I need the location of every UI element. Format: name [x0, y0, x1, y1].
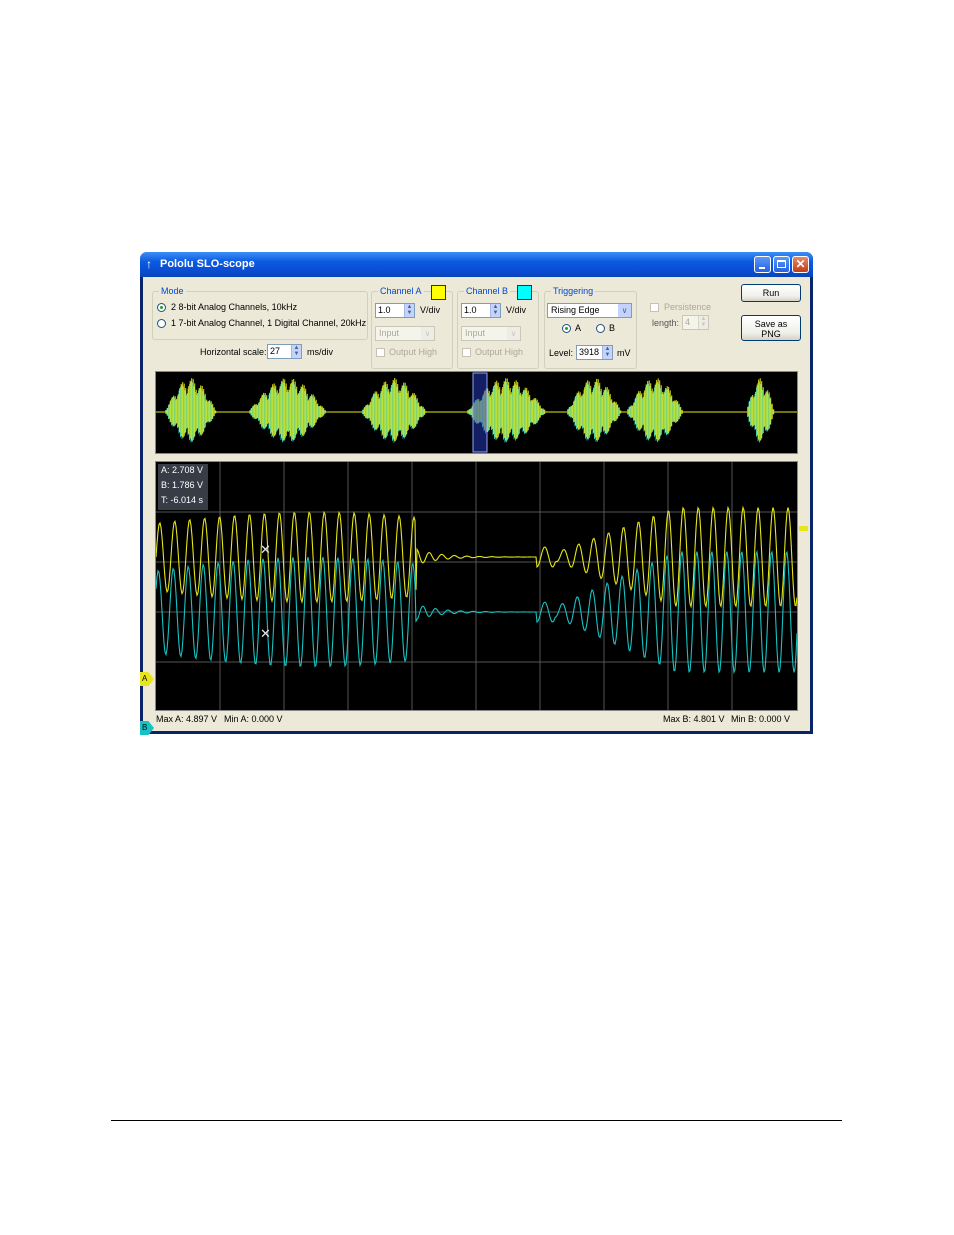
save-button-label-2: PNG [761, 329, 781, 339]
channel-a-vdiv-input[interactable]: 1.0 ▲ ▼ [375, 303, 415, 318]
channel-a-marker-label: A [142, 674, 148, 683]
maximize-icon [777, 260, 786, 268]
channel-b-marker[interactable]: B [140, 721, 154, 735]
channel-b-vdiv-unit: V/div [506, 305, 527, 315]
trigger-source-radio-a[interactable] [562, 324, 571, 333]
overview-viewport-window [472, 372, 488, 453]
channel-a-color-swatch[interactable] [431, 285, 446, 300]
channel-b-input-select[interactable]: Input ∨ [461, 326, 521, 341]
channel-a-output-high-label: Output High [389, 347, 438, 357]
page-footer-rule [111, 1120, 842, 1121]
hscale-spinner[interactable]: ▲ ▼ [291, 345, 301, 358]
trigger-source-a-label: A [575, 323, 582, 333]
channel-a-output-high-checkbox[interactable] [376, 348, 385, 357]
channel-b-output-high-checkbox[interactable] [462, 348, 471, 357]
persistence-length-input[interactable]: 4 ▲ ▼ [682, 315, 709, 330]
chevron-down-icon: ∨ [618, 304, 631, 317]
status-max-b: Max B: 4.801 V [663, 714, 725, 724]
client-area: Mode 2 8-bit Analog Channels, 10kHz 1 7-… [140, 277, 810, 735]
channel-a-legend: Channel A [378, 286, 424, 296]
close-icon: ✕ [795, 257, 806, 271]
channel-b-color-swatch[interactable] [517, 285, 532, 300]
channel-a-marker[interactable]: A [140, 672, 154, 686]
mode-option-2ch: 2 8-bit Analog Channels, 10kHz [171, 302, 298, 312]
channel-a-input-select[interactable]: Input ∨ [375, 326, 435, 341]
save-png-button[interactable]: Save as PNG [741, 315, 801, 341]
close-button[interactable]: ✕ [792, 256, 809, 273]
app-icon: ↑ [146, 257, 152, 271]
hscale-value: 27 [270, 346, 281, 356]
run-button[interactable]: Run [741, 284, 801, 302]
persistence-checkbox[interactable] [650, 303, 659, 312]
status-min-b: Min B: 0.000 V [731, 714, 791, 724]
channel-b-vdiv-input[interactable]: 1.0 ▲ ▼ [461, 303, 501, 318]
hscale-unit: ms/div [307, 347, 334, 357]
trigger-type-select[interactable]: Rising Edge ∨ [547, 303, 632, 318]
trigger-source-b-label: B [609, 323, 616, 333]
status-max-a: Max A: 4.897 V [156, 714, 218, 724]
readout-t: T: -6.014 s [161, 495, 204, 505]
main-waveform-graph: ✕✕ [156, 462, 797, 710]
channel-b-vdiv-spinner[interactable]: ▲ ▼ [490, 304, 500, 317]
trigger-type-value: Rising Edge [551, 305, 600, 315]
mode-option-1ch: 1 7-bit Analog Channel, 1 Digital Channe… [171, 318, 367, 328]
title-bar[interactable]: ↑ Pololu SLO-scope ✕ [140, 252, 813, 277]
trigger-level-marker[interactable] [799, 526, 808, 531]
trigger-level-input[interactable]: 3918 ▲ ▼ [576, 345, 613, 360]
readout-a: A: 2.708 V [161, 465, 204, 475]
save-button-label-1: Save as [754, 319, 788, 329]
persistence-length-value: 4 [685, 317, 691, 327]
channel-b-vdiv-value: 1.0 [464, 305, 477, 315]
mode-radio-2ch[interactable] [157, 303, 166, 312]
channel-b-input-value: Input [465, 328, 486, 338]
main-scope-display[interactable]: ✕ ✕ A: 2.708 V B: 1.786 V T: -6.014 s [155, 461, 798, 711]
persistence-length-spinner[interactable]: ▲ ▼ [698, 316, 708, 329]
mode-radio-1ch[interactable] [157, 319, 166, 328]
hscale-label: Horizontal scale: [200, 347, 267, 357]
trigger-level-spinner[interactable]: ▲ ▼ [602, 346, 612, 359]
mode-group: Mode [152, 286, 368, 340]
channel-b-legend: Channel B [464, 286, 511, 296]
persistence-length-label: length: [652, 318, 680, 328]
cursor-cross-a: ✕ [260, 543, 271, 558]
readout-b: B: 1.786 V [161, 480, 204, 490]
mode-legend: Mode [159, 286, 186, 296]
chevron-down-icon: ∨ [421, 327, 434, 340]
channel-b-marker-label: B [142, 723, 148, 732]
trigger-level-value: 3918 [579, 347, 600, 357]
overview-trace-a [165, 378, 775, 441]
triggering-legend: Triggering [551, 286, 596, 296]
minimize-icon [759, 267, 765, 269]
channel-a-vdiv-value: 1.0 [378, 305, 391, 315]
cursor-readout: A: 2.708 V B: 1.786 V T: -6.014 s [158, 464, 208, 510]
channel-b-output-high-label: Output High [475, 347, 524, 357]
overview-waveform[interactable] [155, 371, 798, 454]
trigger-level-unit: mV [617, 348, 631, 358]
overview-waveform-graph [156, 372, 797, 453]
channel-a-input-value: Input [379, 328, 400, 338]
app-window: ↑ Pololu SLO-scope ✕ Mode 2 8-bit Analog… [140, 252, 813, 735]
trigger-level-label: Level: [549, 348, 574, 358]
maximize-button[interactable] [773, 256, 790, 273]
window-title: Pololu SLO-scope [160, 258, 255, 270]
persistence-label: Persistence [664, 302, 712, 312]
status-min-a: Min A: 0.000 V [224, 714, 283, 724]
channel-a-vdiv-spinner[interactable]: ▲ ▼ [404, 304, 414, 317]
chevron-down-icon: ∨ [507, 327, 520, 340]
minimize-button[interactable] [754, 256, 771, 273]
run-button-label: Run [762, 288, 780, 298]
channel-a-vdiv-unit: V/div [420, 305, 441, 315]
cursor-cross-b: ✕ [260, 627, 271, 642]
trigger-source-radio-b[interactable] [596, 324, 605, 333]
hscale-input[interactable]: 27 ▲ ▼ [267, 344, 302, 359]
